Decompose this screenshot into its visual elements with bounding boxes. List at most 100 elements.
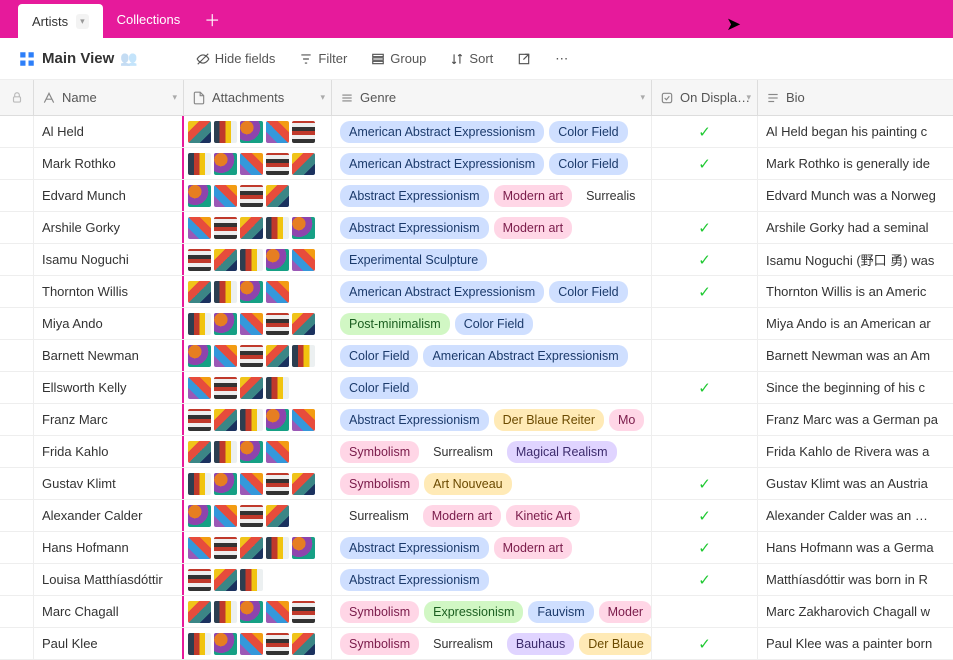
cell-name[interactable]: Gustav Klimt xyxy=(34,468,184,499)
cell-genre[interactable]: Color Field xyxy=(332,372,652,403)
attachment-thumb[interactable] xyxy=(292,601,315,623)
genre-pill[interactable]: Modern art xyxy=(494,185,572,207)
genre-pill[interactable]: Color Field xyxy=(455,313,533,335)
cell-genre[interactable]: Abstract ExpressionismModern art xyxy=(332,212,652,243)
genre-pill[interactable]: Color Field xyxy=(340,345,418,367)
genre-pill[interactable]: Surrealism xyxy=(424,633,502,655)
attachment-thumb[interactable] xyxy=(214,153,237,175)
cell-name[interactable]: Louisa Matthíasdóttir xyxy=(34,564,184,595)
cell-genre[interactable]: Post-minimalismColor Field xyxy=(332,308,652,339)
cell-attachments[interactable] xyxy=(184,212,332,243)
attachment-thumb[interactable] xyxy=(266,441,289,463)
cell-attachments[interactable] xyxy=(184,404,332,435)
genre-pill[interactable]: Color Field xyxy=(549,153,627,175)
genre-pill[interactable]: Magical Realism xyxy=(507,441,617,463)
attachment-thumb[interactable] xyxy=(240,633,263,655)
hide-fields-button[interactable]: Hide fields xyxy=(188,47,284,70)
attachment-thumb[interactable] xyxy=(188,601,211,623)
cell-name[interactable]: Franz Marc xyxy=(34,404,184,435)
row-handle[interactable] xyxy=(0,308,34,339)
table-row[interactable]: Frida KahloSymbolismSurrealismMagical Re… xyxy=(0,436,953,468)
cell-attachments[interactable] xyxy=(184,564,332,595)
attachment-thumb[interactable] xyxy=(188,345,211,367)
cell-bio[interactable]: Paul Klee was a painter born xyxy=(758,628,953,659)
attachment-thumb[interactable] xyxy=(240,505,263,527)
cell-attachments[interactable] xyxy=(184,628,332,659)
attachment-thumb[interactable] xyxy=(240,185,263,207)
table-row[interactable]: Paul KleeSymbolismSurrealismBauhausDer B… xyxy=(0,628,953,660)
cell-name[interactable]: Thornton Willis xyxy=(34,276,184,307)
cell-genre[interactable]: Experimental Sculpture xyxy=(332,244,652,275)
attachment-thumb[interactable] xyxy=(266,601,289,623)
cell-genre[interactable]: SymbolismSurrealismMagical Realism xyxy=(332,436,652,467)
cell-bio[interactable]: Edvard Munch was a Norweg xyxy=(758,180,953,211)
attachment-thumb[interactable] xyxy=(292,473,315,495)
attachment-thumb[interactable] xyxy=(188,409,211,431)
cell-on-display[interactable]: ✓ xyxy=(652,276,758,307)
genre-pill[interactable]: Mo xyxy=(609,409,644,431)
filter-button[interactable]: Filter xyxy=(291,47,355,70)
attachment-thumb[interactable] xyxy=(266,505,289,527)
cell-on-display[interactable]: ✓ xyxy=(652,372,758,403)
genre-pill[interactable]: Der Blaue Reiter xyxy=(494,409,604,431)
row-handle[interactable] xyxy=(0,212,34,243)
genre-pill[interactable]: Post-minimalism xyxy=(340,313,450,335)
cell-genre[interactable]: American Abstract ExpressionismColor Fie… xyxy=(332,276,652,307)
attachment-thumb[interactable] xyxy=(214,217,237,239)
attachment-thumb[interactable] xyxy=(292,345,315,367)
attachment-thumb[interactable] xyxy=(188,441,211,463)
genre-pill[interactable]: Bauhaus xyxy=(507,633,574,655)
attachment-thumb[interactable] xyxy=(188,569,211,591)
row-handle[interactable] xyxy=(0,500,34,531)
cell-name[interactable]: Marc Chagall xyxy=(34,596,184,627)
genre-pill[interactable]: Der Blaue xyxy=(579,633,652,655)
genre-pill[interactable]: Surrealis xyxy=(577,185,644,207)
genre-pill[interactable]: Modern art xyxy=(494,537,572,559)
attachment-thumb[interactable] xyxy=(214,441,237,463)
attachment-thumb[interactable] xyxy=(188,121,211,143)
genre-pill[interactable]: Symbolism xyxy=(340,601,419,623)
cell-name[interactable]: Mark Rothko xyxy=(34,148,184,179)
cell-on-display[interactable]: ✓ xyxy=(652,116,758,147)
genre-pill[interactable]: Abstract Expressionism xyxy=(340,569,489,591)
cell-name[interactable]: Hans Hofmann xyxy=(34,532,184,563)
cell-name[interactable]: Al Held xyxy=(34,116,184,147)
attachment-thumb[interactable] xyxy=(214,121,237,143)
attachment-thumb[interactable] xyxy=(266,153,289,175)
attachment-thumb[interactable] xyxy=(214,377,237,399)
cell-on-display[interactable] xyxy=(652,180,758,211)
attachment-thumb[interactable] xyxy=(266,473,289,495)
table-row[interactable]: Ellsworth KellyColor Field✓Since the beg… xyxy=(0,372,953,404)
tab-collections[interactable]: Collections xyxy=(103,0,195,38)
table-row[interactable]: Miya AndoPost-minimalismColor FieldMiya … xyxy=(0,308,953,340)
cell-bio[interactable]: Arshile Gorky had a seminal xyxy=(758,212,953,243)
genre-pill[interactable]: Surrealism xyxy=(340,505,418,527)
cell-on-display[interactable]: ✓ xyxy=(652,628,758,659)
attachment-thumb[interactable] xyxy=(266,121,289,143)
cell-name[interactable]: Alexander Calder xyxy=(34,500,184,531)
cell-genre[interactable]: SymbolismArt Nouveau xyxy=(332,468,652,499)
genre-pill[interactable]: Kinetic Art xyxy=(506,505,580,527)
cell-bio[interactable]: Since the beginning of his c xyxy=(758,372,953,403)
table-row[interactable]: Thornton Willis American Abstract Express… xyxy=(0,276,953,308)
attachment-thumb[interactable] xyxy=(188,313,211,335)
cell-genre[interactable]: Abstract ExpressionismModern artSurreali… xyxy=(332,180,652,211)
attachment-thumb[interactable] xyxy=(214,569,237,591)
attachment-thumb[interactable] xyxy=(240,217,263,239)
cell-on-display[interactable]: ✓ xyxy=(652,244,758,275)
attachment-thumb[interactable] xyxy=(214,185,237,207)
row-handle[interactable] xyxy=(0,340,34,371)
genre-pill[interactable]: American Abstract Expressionism xyxy=(423,345,627,367)
row-handle[interactable] xyxy=(0,372,34,403)
attachment-thumb[interactable] xyxy=(214,345,237,367)
cell-attachments[interactable] xyxy=(184,532,332,563)
cell-on-display[interactable]: ✓ xyxy=(652,148,758,179)
table-row[interactable]: Marc ChagallSymbolismExpressionismFauvis… xyxy=(0,596,953,628)
genre-pill[interactable]: American Abstract Expressionism xyxy=(340,153,544,175)
attachment-thumb[interactable] xyxy=(266,281,289,303)
cell-bio[interactable]: Miya Ando is an American ar xyxy=(758,308,953,339)
attachment-thumb[interactable] xyxy=(188,217,211,239)
row-handle[interactable] xyxy=(0,468,34,499)
cell-attachments[interactable] xyxy=(184,340,332,371)
attachment-thumb[interactable] xyxy=(266,185,289,207)
